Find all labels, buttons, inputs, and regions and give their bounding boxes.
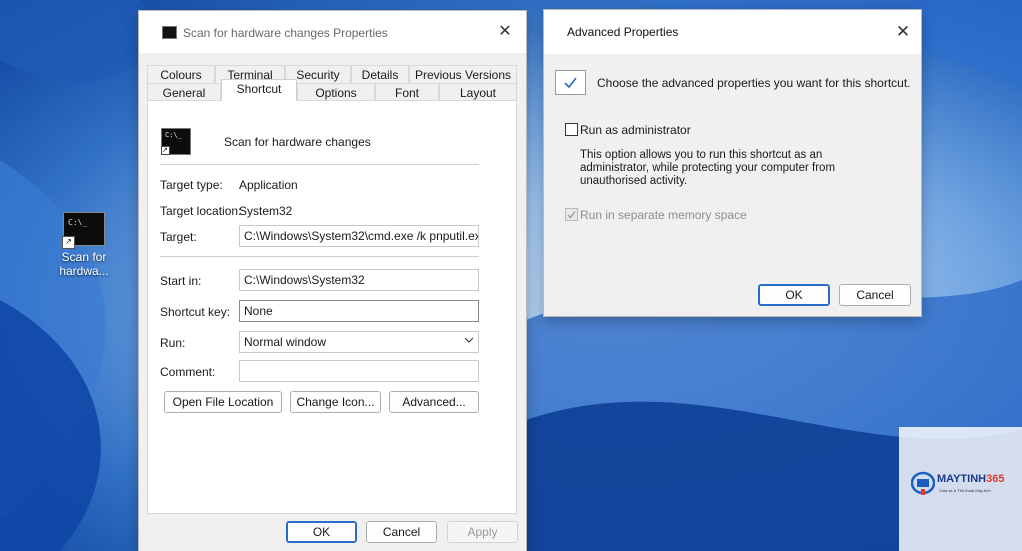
start-in-input[interactable]: C:\Windows\System32 <box>239 269 479 291</box>
target-label: Target: <box>160 230 197 244</box>
watermark-tagline: Chia sẻ & Thủ thuật Máy tính <box>939 488 991 493</box>
advanced-body: Choose the advanced properties you want … <box>544 54 921 316</box>
check-icon <box>567 211 576 219</box>
shortcut-panel: C:\_ ↗ Scan for hardware changes Target … <box>147 100 517 514</box>
shortcut-app-icon: C:\_ ↗ <box>161 128 191 155</box>
chevron-down-icon <box>464 337 474 343</box>
cmd-prompt-glyph: C:\_ <box>68 218 88 227</box>
tab-options[interactable]: Options <box>297 83 375 101</box>
open-file-location-button[interactable]: Open File Location <box>164 391 282 413</box>
comment-input[interactable] <box>239 360 479 382</box>
run-as-admin-checkbox[interactable] <box>565 123 578 136</box>
advanced-title: Advanced Properties <box>567 25 679 39</box>
advanced-titlebar[interactable]: Advanced Properties ✕ <box>544 10 921 54</box>
run-select[interactable]: Normal window <box>239 331 479 353</box>
desktop-icon-label: Scan for hardwa... <box>59 250 109 278</box>
cmd-prompt-glyph: C:\_ <box>165 131 182 139</box>
watermark: MAYTINH365 Chia sẻ & Thủ thuật Máy tính <box>899 427 1022 551</box>
target-location-label: Target location: <box>160 204 242 218</box>
tab-font[interactable]: Font <box>375 83 439 101</box>
tab-details[interactable]: Details <box>351 65 409 83</box>
target-type-label: Target type: <box>160 178 223 192</box>
divider <box>160 164 479 165</box>
run-select-value: Normal window <box>244 335 327 349</box>
tab-colours[interactable]: Colours <box>147 65 215 83</box>
cmd-shortcut-icon: C:\_ ↗ <box>62 212 105 249</box>
comment-label: Comment: <box>160 365 216 379</box>
advanced-properties-dialog: Advanced Properties ✕ Choose the advance… <box>544 10 921 316</box>
close-icon[interactable]: ✕ <box>494 21 516 43</box>
run-label: Run: <box>160 336 186 350</box>
desktop-shortcut-icon[interactable]: C:\_ ↗ Scan for hardwa... <box>54 212 114 278</box>
cancel-button[interactable]: Cancel <box>366 521 437 543</box>
advanced-intro: Choose the advanced properties you want … <box>597 76 911 90</box>
divider <box>160 256 479 257</box>
target-input[interactable]: C:\Windows\System32\cmd.exe /k pnputil.e… <box>239 225 479 247</box>
run-as-admin-description: This option allows you to run this short… <box>580 149 836 187</box>
tab-previous-versions[interactable]: Previous Versions <box>409 65 517 83</box>
shortcut-checkmark-icon <box>555 70 586 95</box>
brand-logo-icon <box>911 471 935 495</box>
start-in-label: Start in: <box>160 274 202 288</box>
advanced-button[interactable]: Advanced... <box>389 391 479 413</box>
separate-memory-label: Run in separate memory space <box>580 208 747 222</box>
advanced-cancel-button[interactable]: Cancel <box>839 284 911 306</box>
target-location-value: System32 <box>239 204 293 218</box>
close-icon[interactable]: ✕ <box>892 21 914 43</box>
advanced-ok-button[interactable]: OK <box>758 284 830 306</box>
shortcut-key-input[interactable]: None <box>239 300 479 322</box>
target-type-value: Application <box>239 178 298 192</box>
shortcut-arrow-icon: ↗ <box>62 236 75 249</box>
properties-title: Scan for hardware changes Properties <box>183 26 388 40</box>
properties-titlebar[interactable]: Scan for hardware changes Properties ✕ <box>139 11 526 53</box>
change-icon-button[interactable]: Change Icon... <box>290 391 381 413</box>
apply-button[interactable]: Apply <box>447 521 518 543</box>
properties-dialog: Scan for hardware changes Properties ✕ C… <box>139 11 526 551</box>
run-as-admin-label[interactable]: Run as administrator <box>580 123 691 137</box>
ok-button[interactable]: OK <box>286 521 357 543</box>
watermark-brand: MAYTINH365 <box>937 473 1005 485</box>
shortcut-arrow-icon: ↗ <box>161 146 170 155</box>
tab-layout[interactable]: Layout <box>439 83 517 101</box>
cmd-window-icon <box>162 26 177 39</box>
tab-shortcut[interactable]: Shortcut <box>221 79 297 101</box>
separate-memory-checkbox[interactable] <box>565 208 578 221</box>
shortcut-key-label: Shortcut key: <box>160 305 231 319</box>
tab-general[interactable]: General <box>147 83 221 101</box>
shortcut-name: Scan for hardware changes <box>224 135 371 149</box>
